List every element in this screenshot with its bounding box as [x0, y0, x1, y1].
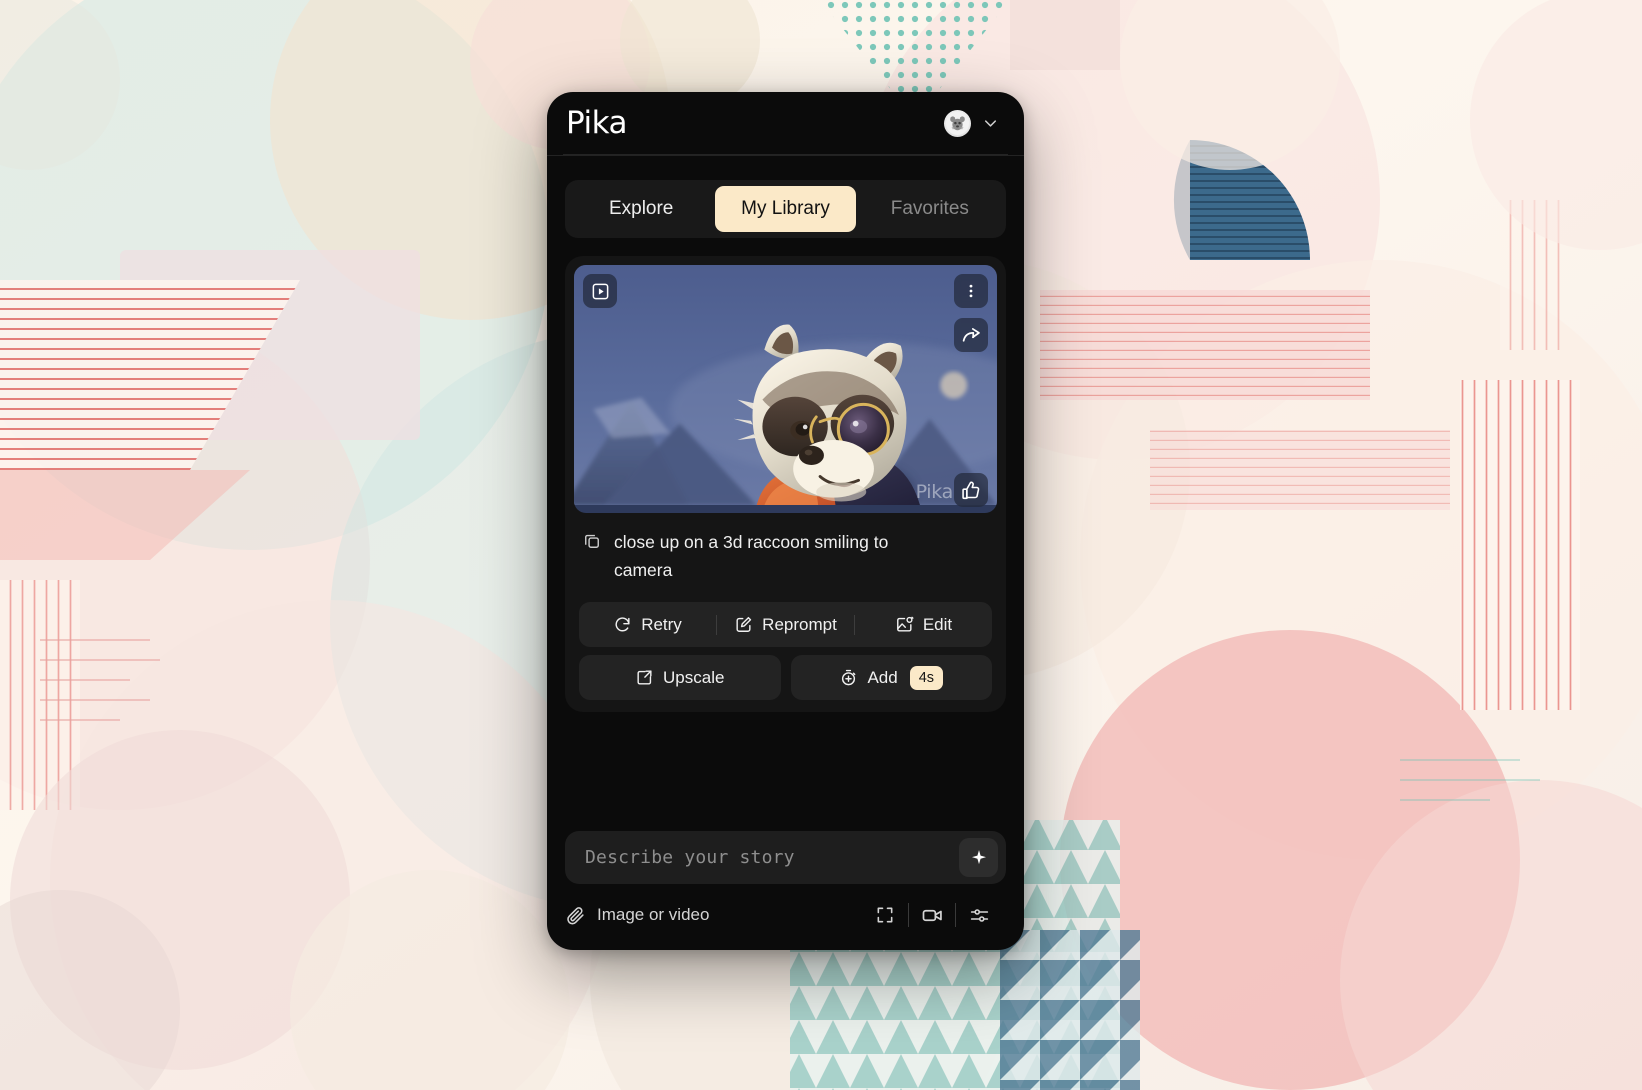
generation-card: Pika close up on a 3d raccoon smiling to…	[565, 256, 1006, 713]
prompt-text: close up on a 3d raccoon smiling to came…	[614, 532, 889, 580]
aspect-ratio-icon	[877, 907, 893, 923]
action-group-primary: Retry Reprompt Edit	[579, 602, 992, 648]
like-button[interactable]	[954, 473, 988, 507]
tool-icon-group	[862, 900, 1002, 930]
add-label: Add	[867, 667, 898, 687]
chevron-down-icon[interactable]	[981, 114, 1000, 133]
enhance-prompt-button[interactable]	[959, 838, 998, 877]
action-group-secondary: Upscale Add 4s	[579, 655, 993, 701]
composer-container	[547, 831, 1024, 900]
video-thumbnail[interactable]: Pika	[574, 265, 997, 513]
duration-badge: 4s	[909, 665, 944, 690]
retry-label: Retry	[641, 614, 682, 634]
retry-button[interactable]: Retry	[579, 602, 716, 647]
copy-icon[interactable]	[582, 529, 602, 551]
attach-label: Image or video	[597, 905, 710, 924]
tab-favorites[interactable]: Favorites	[860, 186, 1000, 232]
pika-app-window: Pika Explore My Library Favorites Pika c…	[547, 92, 1024, 950]
header-right-group	[944, 110, 1000, 137]
prompt-row: close up on a 3d raccoon smiling to came…	[574, 513, 997, 588]
bottom-toolbar: Image or video	[547, 900, 1024, 950]
avatar[interactable]	[944, 110, 971, 137]
image-edit-icon	[895, 615, 914, 634]
share-button[interactable]	[954, 318, 988, 352]
edit-label: Edit	[922, 614, 953, 634]
video-mode-button[interactable]	[909, 900, 955, 930]
more-vertical-icon	[969, 284, 973, 298]
upscale-label: Upscale	[663, 667, 725, 687]
edit-square-icon	[734, 615, 753, 634]
avatar-illustration-icon	[946, 112, 969, 135]
aspect-ratio-button[interactable]	[862, 900, 908, 930]
tab-explore[interactable]: Explore	[571, 186, 711, 232]
reprompt-button[interactable]: Reprompt	[717, 602, 854, 647]
edit-button[interactable]: Edit	[855, 602, 992, 647]
card-actions: Retry Reprompt Edit Upscale Add 4s	[574, 588, 997, 701]
refresh-icon	[613, 615, 632, 634]
more-options-button[interactable]	[954, 274, 988, 308]
attach-media-button[interactable]: Image or video	[565, 905, 709, 926]
upscale-group: Upscale	[579, 655, 781, 701]
add-button[interactable]: Add 4s	[791, 655, 993, 700]
thumbs-up-icon	[962, 481, 980, 500]
story-prompt-input[interactable]	[585, 847, 949, 868]
external-link-icon	[635, 668, 654, 687]
raccoon-video-frame	[574, 265, 997, 506]
share-arrow-icon	[962, 327, 980, 342]
video-camera-icon	[922, 909, 942, 921]
app-header: Pika	[547, 92, 1024, 156]
tab-my-library[interactable]: My Library	[715, 186, 856, 232]
sparkle-icon	[971, 849, 986, 864]
play-square-icon[interactable]	[583, 274, 617, 308]
composer	[565, 831, 1006, 884]
tabs-container: Explore My Library Favorites	[547, 156, 1024, 238]
settings-button[interactable]	[956, 900, 1002, 930]
tab-bar: Explore My Library Favorites	[565, 180, 1006, 238]
sliders-icon	[970, 908, 988, 922]
app-logo: Pika	[566, 105, 628, 141]
stopwatch-plus-icon	[839, 668, 858, 687]
reprompt-label: Reprompt	[762, 614, 837, 634]
upscale-button[interactable]: Upscale	[579, 655, 781, 700]
paperclip-icon	[565, 905, 586, 926]
add-group: Add 4s	[790, 655, 993, 701]
library-list: Pika close up on a 3d raccoon smiling to…	[547, 238, 1024, 831]
